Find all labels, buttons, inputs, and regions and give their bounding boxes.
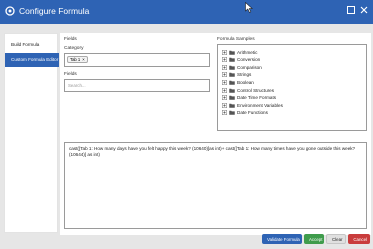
fields-label: Fields — [64, 72, 77, 77]
tree-item[interactable]: Strings — [222, 72, 251, 78]
expand-icon[interactable] — [222, 72, 227, 78]
category-select[interactable]: Tab 1 × — [64, 53, 210, 67]
category-chip: Tab 1 × — [67, 56, 88, 63]
expand-icon[interactable] — [222, 95, 227, 101]
tree-item-label: Date Time Formats — [237, 95, 277, 101]
tree-item-label: Boolean — [237, 79, 254, 85]
tree-item-label: Strings — [237, 72, 252, 78]
tree-item[interactable]: Comparison — [222, 64, 262, 70]
left-nav: Build Formula Custom Formula Editor — [4, 33, 59, 233]
title-bar: Configure Formula — [0, 0, 373, 24]
tree-item-label: Comparison — [237, 64, 262, 70]
maximize-icon[interactable] — [346, 5, 356, 15]
fields-search-input[interactable]: Search... — [64, 79, 210, 92]
tree-item[interactable]: Conversion — [222, 57, 260, 63]
tree-item[interactable]: Date Time Formats — [222, 95, 276, 101]
formula-text[interactable]: cast([Tab 1: How many days have you felt… — [69, 146, 369, 158]
tree-item[interactable]: Arithmetic — [222, 49, 257, 55]
cancel-label: Cancel — [353, 236, 367, 242]
expand-icon[interactable] — [222, 87, 227, 93]
category-chip-label: Tab 1 — [70, 57, 81, 62]
folder-icon — [229, 88, 235, 93]
tree-item-label: Control Structures — [237, 87, 275, 93]
formula-samples-heading: Formula Samples — [217, 37, 255, 42]
folder-icon — [229, 57, 235, 62]
folder-icon — [229, 95, 235, 100]
folder-icon — [229, 50, 235, 55]
clear-button[interactable]: Clear — [326, 234, 346, 244]
close-icon[interactable] — [359, 5, 369, 15]
tree-item[interactable]: Boolean — [222, 79, 254, 85]
tree-item-label: Conversion — [237, 57, 261, 63]
expand-icon[interactable] — [222, 64, 227, 70]
validate-formula-button[interactable]: Validate Formula — [262, 234, 302, 244]
folder-icon — [229, 80, 235, 85]
chip-remove-icon[interactable]: × — [82, 57, 84, 62]
folder-icon — [229, 73, 235, 78]
fields-search-placeholder: Search... — [68, 83, 86, 88]
editor-panel: Fields Category Tab 1 × Fields Search...… — [60, 33, 371, 235]
validate-label: Validate Formula — [267, 236, 300, 242]
cancel-button[interactable]: Cancel — [348, 234, 370, 244]
expand-icon[interactable] — [222, 57, 227, 63]
nav-item-build-formula[interactable]: Build Formula — [5, 38, 59, 52]
formula-samples-tree[interactable]: Arithmetic Conversion Comparison Strings Boo… — [217, 44, 367, 131]
expand-icon[interactable] — [222, 79, 227, 85]
clear-label: Clear — [332, 236, 343, 242]
expand-icon[interactable] — [222, 49, 227, 55]
tree-item-label: Arithmetic — [237, 49, 258, 55]
nav-item-custom-formula-editor[interactable]: Custom Formula Editor — [5, 53, 59, 67]
tree-item-label: Environment Variables — [237, 102, 283, 108]
gear-icon — [5, 6, 15, 16]
tree-item-label: Date Functions — [237, 110, 268, 116]
folder-icon — [229, 65, 235, 70]
expand-icon[interactable] — [222, 110, 227, 116]
formula-editor[interactable]: cast([Tab 1: How many days have you felt… — [64, 142, 367, 229]
accept-label: Accept — [309, 236, 323, 242]
category-label: Category — [64, 46, 84, 51]
folder-icon — [229, 103, 235, 108]
folder-icon — [229, 111, 235, 116]
window-title: Configure Formula — [19, 6, 90, 16]
tree-item[interactable]: Control Structures — [222, 87, 274, 93]
tree-item[interactable]: Environment Variables — [222, 102, 283, 108]
accept-button[interactable]: Accept — [304, 234, 324, 244]
tree-item[interactable]: Date Functions — [222, 110, 268, 116]
expand-icon[interactable] — [222, 102, 227, 108]
fields-heading: Fields — [64, 37, 77, 42]
mouse-cursor-icon — [245, 2, 253, 13]
